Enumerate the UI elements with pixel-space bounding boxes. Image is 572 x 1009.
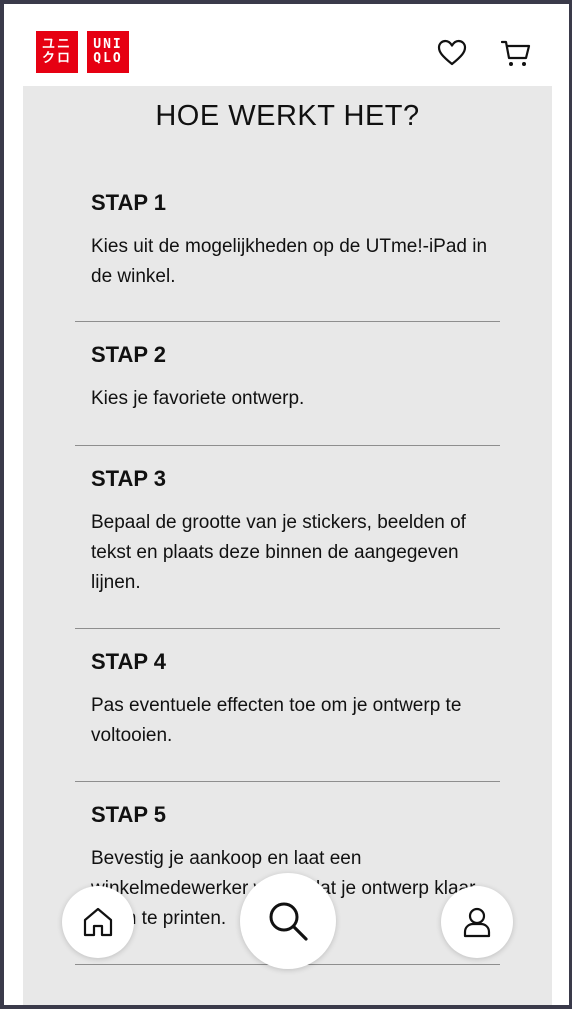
uniqlo-logo[interactable]: ユニ クロ UNI QLO [36, 31, 129, 73]
step-text: Bepaal de grootte van je stickers, beeld… [91, 512, 466, 593]
logo-katakana-top: ユニ [41, 37, 72, 52]
step-title: STAP 4 [91, 649, 166, 674]
logo-latin-bottom: QLO [93, 51, 123, 66]
step-item-1: STAP 1 Kies uit de mogelijkheden op de U… [75, 170, 500, 322]
account-icon [463, 907, 491, 938]
app-frame: ユニ クロ UNI QLO HOE WERKT HET? STAP 1 Kies… [4, 4, 569, 1005]
logo-katakana-bottom: クロ [41, 51, 72, 66]
cart-icon[interactable] [501, 38, 531, 68]
heart-icon[interactable] [437, 38, 467, 68]
step-title: STAP 3 [91, 466, 166, 491]
header: ユニ クロ UNI QLO [4, 4, 569, 86]
step-item-3: STAP 3 Bepaal de grootte van je stickers… [75, 446, 500, 629]
step-title: STAP 1 [91, 190, 166, 215]
step-item-2: STAP 2 Kies je favoriete ontwerp. [75, 322, 500, 446]
search-icon [269, 902, 308, 941]
step-item-4: STAP 4 Pas eventuele effecten toe om je … [75, 629, 500, 782]
logo-latin-top: UNI [93, 37, 123, 52]
step-title: STAP 2 [91, 342, 166, 367]
home-button[interactable] [62, 886, 134, 958]
logo-latin-block: UNI QLO [87, 31, 129, 73]
step-title: STAP 5 [91, 802, 166, 827]
logo-katakana-block: ユニ クロ [36, 31, 78, 73]
account-button[interactable] [441, 886, 513, 958]
step-text: Pas eventuele effecten toe om je ontwerp… [91, 695, 462, 746]
page-title: HOE WERKT HET? [155, 100, 420, 132]
search-button[interactable] [240, 873, 336, 969]
step-text: Kies je favoriete ontwerp. [91, 388, 305, 409]
how-it-works-section: HOE WERKT HET? STAP 1 Kies uit de mogeli… [23, 86, 552, 1005]
step-text: Kies uit de mogelijkheden op de UTme!-iP… [91, 236, 488, 287]
home-icon [83, 907, 113, 937]
